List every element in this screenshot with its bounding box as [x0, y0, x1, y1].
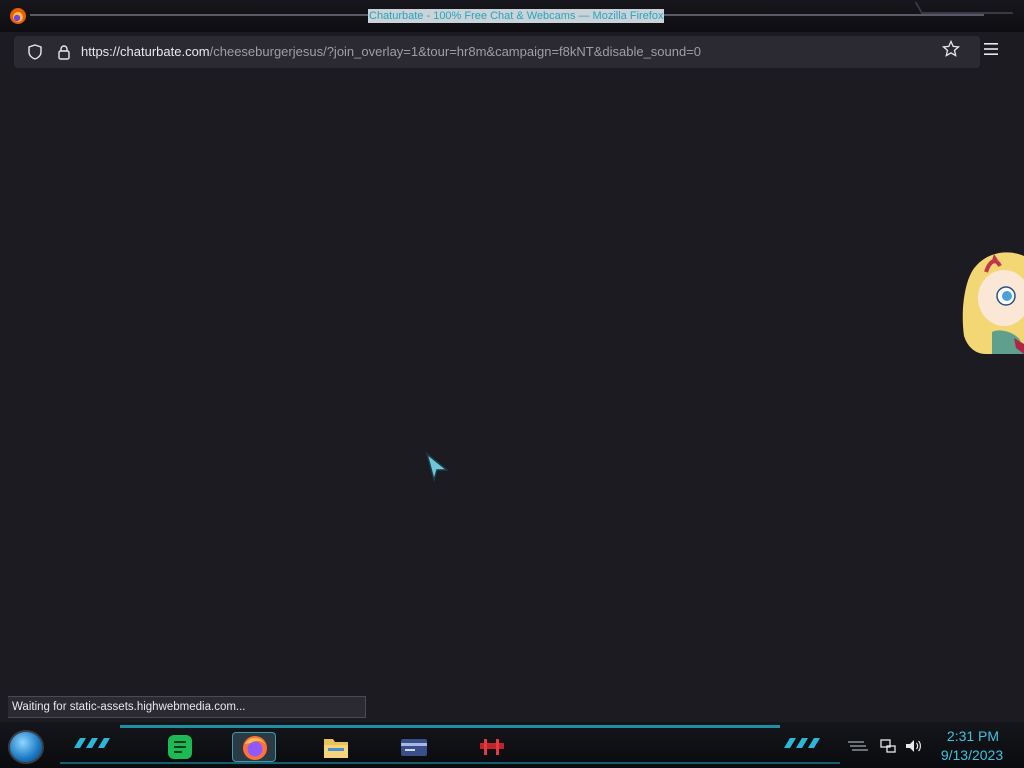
window-titlebar[interactable]: Chaturbate - 100% Free Chat & Webcams — … — [0, 0, 1024, 32]
red-app-icon — [480, 739, 504, 755]
taskbar-card-app[interactable] — [392, 732, 436, 762]
url-path: /cheeseburgerjesus/?join_overlay=1&tour=… — [209, 44, 702, 59]
page-content-area[interactable]: Waiting for static-assets.highwebmedia.c… — [8, 72, 1016, 718]
url-text[interactable]: https://chaturbate.com/cheeseburgerjesus… — [81, 44, 701, 59]
network-icon[interactable] — [880, 738, 896, 754]
url-bar[interactable]: https://chaturbate.com/cheeseburgerjesus… — [14, 36, 980, 68]
taskbar — [0, 722, 1024, 768]
firefox-icon — [243, 736, 267, 760]
taskbar-notes-app[interactable] — [158, 732, 202, 762]
tray-keyboard-icon[interactable] — [846, 740, 868, 752]
chevron-decoration-right-icon — [784, 738, 820, 748]
navigation-toolbar: https://chaturbate.com/cheeseburgerjesus… — [8, 32, 1016, 72]
taskbar-accent-rail-lower — [60, 762, 840, 764]
tracking-protection-shield-icon[interactable] — [27, 44, 43, 60]
file-explorer-icon — [324, 739, 348, 758]
status-bar: Waiting for static-assets.highwebmedia.c… — [8, 696, 366, 718]
start-orb-button[interactable] — [8, 730, 44, 764]
taskbar-firefox-app[interactable] — [232, 732, 276, 762]
clock-time[interactable]: 2:31 PM — [940, 728, 1006, 744]
taskbar-red-app[interactable] — [470, 732, 514, 762]
volume-icon[interactable] — [904, 738, 922, 754]
hamburger-menu-icon[interactable] — [984, 43, 998, 55]
window-controls[interactable] — [914, 2, 1014, 14]
clock-date[interactable]: 9/13/2023 — [934, 747, 1010, 763]
desktop-mascot-character[interactable] — [956, 236, 1024, 360]
lock-icon[interactable] — [56, 44, 72, 60]
notes-app-icon — [168, 735, 192, 759]
window-title: Chaturbate - 100% Free Chat & Webcams — … — [368, 9, 665, 23]
firefox-icon[interactable] — [9, 7, 27, 25]
bookmark-star-icon[interactable] — [942, 40, 960, 58]
mouse-cursor-icon — [425, 452, 450, 482]
url-host: https://chaturbate.com — [81, 44, 210, 59]
taskbar-accent-rail — [120, 725, 780, 728]
chevron-decoration-icon — [74, 738, 110, 748]
taskbar-file-explorer[interactable] — [314, 732, 358, 762]
card-app-icon — [401, 739, 427, 756]
